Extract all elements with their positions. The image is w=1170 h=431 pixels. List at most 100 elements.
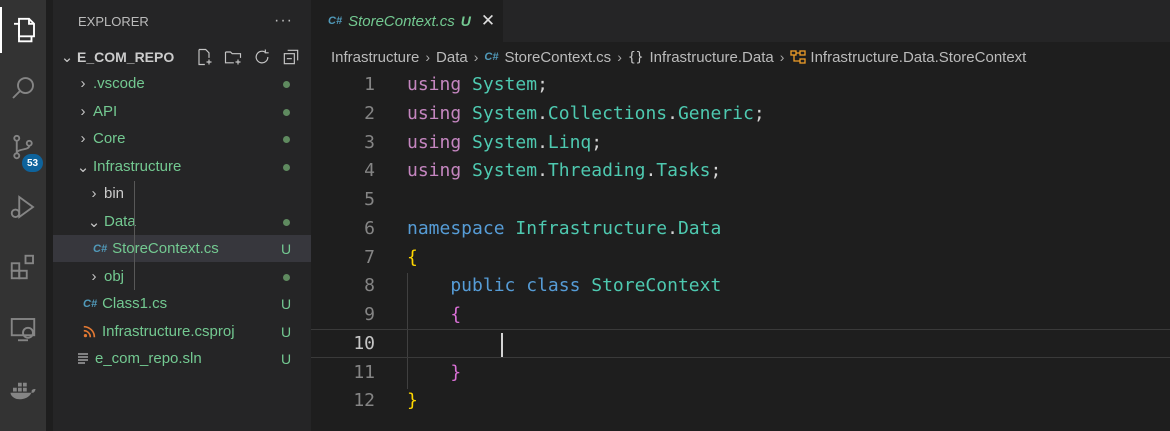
code-text: using System.Threading.Tasks; — [407, 160, 722, 181]
line-number: 7 — [364, 247, 375, 268]
breadcrumb-item[interactable]: Infrastructure.Data.StoreContext — [810, 49, 1026, 66]
activity-bar: 53 — [0, 0, 46, 431]
csharp-file-icon: C# — [93, 242, 108, 255]
tree-item-label: Core — [93, 130, 126, 147]
remote-explorer-icon[interactable] — [0, 306, 46, 352]
code-text: } — [407, 390, 418, 411]
text-cursor — [501, 333, 503, 357]
explorer-icon[interactable] — [0, 7, 46, 53]
csharp-file-icon: C# — [83, 297, 98, 310]
source-control-icon[interactable]: 53 — [0, 124, 46, 172]
breadcrumb-item[interactable]: Data — [436, 49, 468, 66]
tree-file-storecontext[interactable]: C# StoreContext.cs U — [53, 235, 311, 262]
untracked-badge: U — [281, 350, 292, 367]
tree-file-class1[interactable]: C# Class1.cs U — [53, 290, 311, 317]
repo-title: E_COM_REPO — [77, 48, 175, 65]
code-text: { — [407, 247, 418, 268]
modified-dot — [282, 109, 290, 116]
code-line[interactable]: 3 using System.Linq; — [311, 128, 1170, 157]
code-line[interactable]: 11 } — [311, 358, 1170, 387]
line-number: 8 — [364, 275, 375, 296]
tree-item-label: Infrastructure — [93, 158, 182, 175]
solution-file-icon — [78, 353, 88, 364]
tree-item-label: API — [93, 103, 118, 120]
explorer-sidebar: EXPLORER ··· ⌄ E_COM_REPO › .vscode › AP… — [53, 0, 311, 431]
chevron-right-icon: › — [80, 130, 86, 147]
new-folder-icon[interactable] — [223, 47, 243, 67]
chevron-right-icon: › — [91, 268, 97, 285]
repo-section-header[interactable]: ⌄ E_COM_REPO — [53, 43, 311, 70]
chevron-right-icon: › — [617, 49, 622, 65]
code-line[interactable]: 5 — [311, 185, 1170, 214]
code-text: using System.Linq; — [407, 132, 603, 153]
line-number: 6 — [364, 218, 375, 239]
line-number: 9 — [364, 304, 375, 325]
search-icon[interactable] — [0, 65, 46, 111]
docker-icon[interactable] — [0, 366, 46, 412]
explorer-title: EXPLORER — [78, 13, 149, 29]
breadcrumb: Infrastructure › Data › C# StoreContext.… — [331, 44, 1026, 70]
close-icon[interactable]: ✕ — [481, 11, 495, 31]
csharp-file-icon: C# — [328, 15, 343, 27]
more-actions-button[interactable]: ··· — [274, 12, 293, 30]
tree-item-label: Infrastructure.csproj — [102, 323, 235, 340]
code-line[interactable]: 12 } — [311, 386, 1170, 415]
breadcrumb-item[interactable]: StoreContext.cs — [504, 49, 611, 66]
code-line[interactable]: 2 using System.Collections.Generic; — [311, 99, 1170, 128]
code-editor[interactable]: 1 using System; 2 using System.Collectio… — [311, 70, 1170, 431]
line-number: 11 — [353, 362, 375, 383]
tab-untracked-flag: U — [460, 13, 471, 29]
code-line[interactable]: 4 using System.Threading.Tasks; — [311, 156, 1170, 185]
code-line[interactable]: 9 { — [311, 300, 1170, 329]
breadcrumb-item[interactable]: Infrastructure — [331, 49, 419, 66]
csharp-file-icon: C# — [484, 51, 499, 63]
code-line-current[interactable]: 10 — [311, 329, 1170, 358]
code-line[interactable]: 7 { — [311, 243, 1170, 272]
chevron-down-icon: ⌄ — [87, 213, 101, 231]
tree-item-label: .vscode — [93, 75, 145, 92]
new-file-icon[interactable] — [194, 47, 214, 67]
code-text: { — [407, 304, 462, 325]
refresh-icon[interactable] — [252, 47, 272, 67]
tree-folder-core[interactable]: › Core — [53, 125, 311, 152]
tree-folder-obj[interactable]: › obj — [53, 263, 311, 290]
tree-indent-guide — [134, 181, 135, 290]
run-debug-icon[interactable] — [0, 184, 46, 230]
tree-item-label: obj — [104, 268, 125, 285]
chevron-right-icon: › — [425, 49, 431, 65]
tree-folder-infrastructure[interactable]: ⌄ Infrastructure — [53, 153, 311, 180]
untracked-badge: U — [281, 295, 292, 312]
tab-bar: C# StoreContext.cs U ✕ — [311, 0, 1170, 42]
tree-item-label: Data — [104, 213, 136, 230]
collapse-all-icon[interactable] — [281, 47, 301, 67]
code-text: } — [407, 362, 462, 383]
tree-file-csproj[interactable]: Infrastructure.csproj U — [53, 318, 311, 345]
modified-dot — [282, 136, 290, 143]
line-number: 5 — [364, 189, 375, 210]
code-line[interactable]: 8 public class StoreContext — [311, 271, 1170, 300]
tree-folder-bin[interactable]: › bin — [53, 180, 311, 207]
code-line[interactable]: 6 namespace Infrastructure.Data — [311, 214, 1170, 243]
namespace-icon: {} — [627, 49, 644, 65]
tree-file-sln[interactable]: e_com_repo.sln U — [53, 345, 311, 372]
tab-label: StoreContext.cs — [348, 12, 455, 30]
chevron-right-icon: › — [473, 49, 479, 65]
line-number: 1 — [364, 74, 375, 95]
modified-dot — [282, 164, 290, 171]
modified-dot — [282, 274, 290, 281]
source-control-badge: 53 — [22, 154, 43, 172]
code-text: namespace Infrastructure.Data — [407, 218, 722, 239]
extensions-icon[interactable] — [0, 244, 46, 290]
tree-item-label: bin — [104, 185, 125, 202]
tree-folder-api[interactable]: › API — [53, 98, 311, 125]
line-number: 3 — [364, 132, 375, 153]
tab-storecontext[interactable]: C# StoreContext.cs U ✕ — [311, 0, 503, 42]
code-text: using System.Collections.Generic; — [407, 103, 765, 124]
modified-dot — [282, 219, 290, 226]
code-line[interactable]: 1 using System; — [311, 70, 1170, 99]
line-number: 4 — [364, 160, 375, 181]
breadcrumb-item[interactable]: Infrastructure.Data — [650, 49, 774, 66]
tree-folder-vscode[interactable]: › .vscode — [53, 70, 311, 97]
chevron-down-icon: ⌄ — [60, 48, 74, 66]
tree-folder-data[interactable]: ⌄ Data — [53, 208, 311, 235]
